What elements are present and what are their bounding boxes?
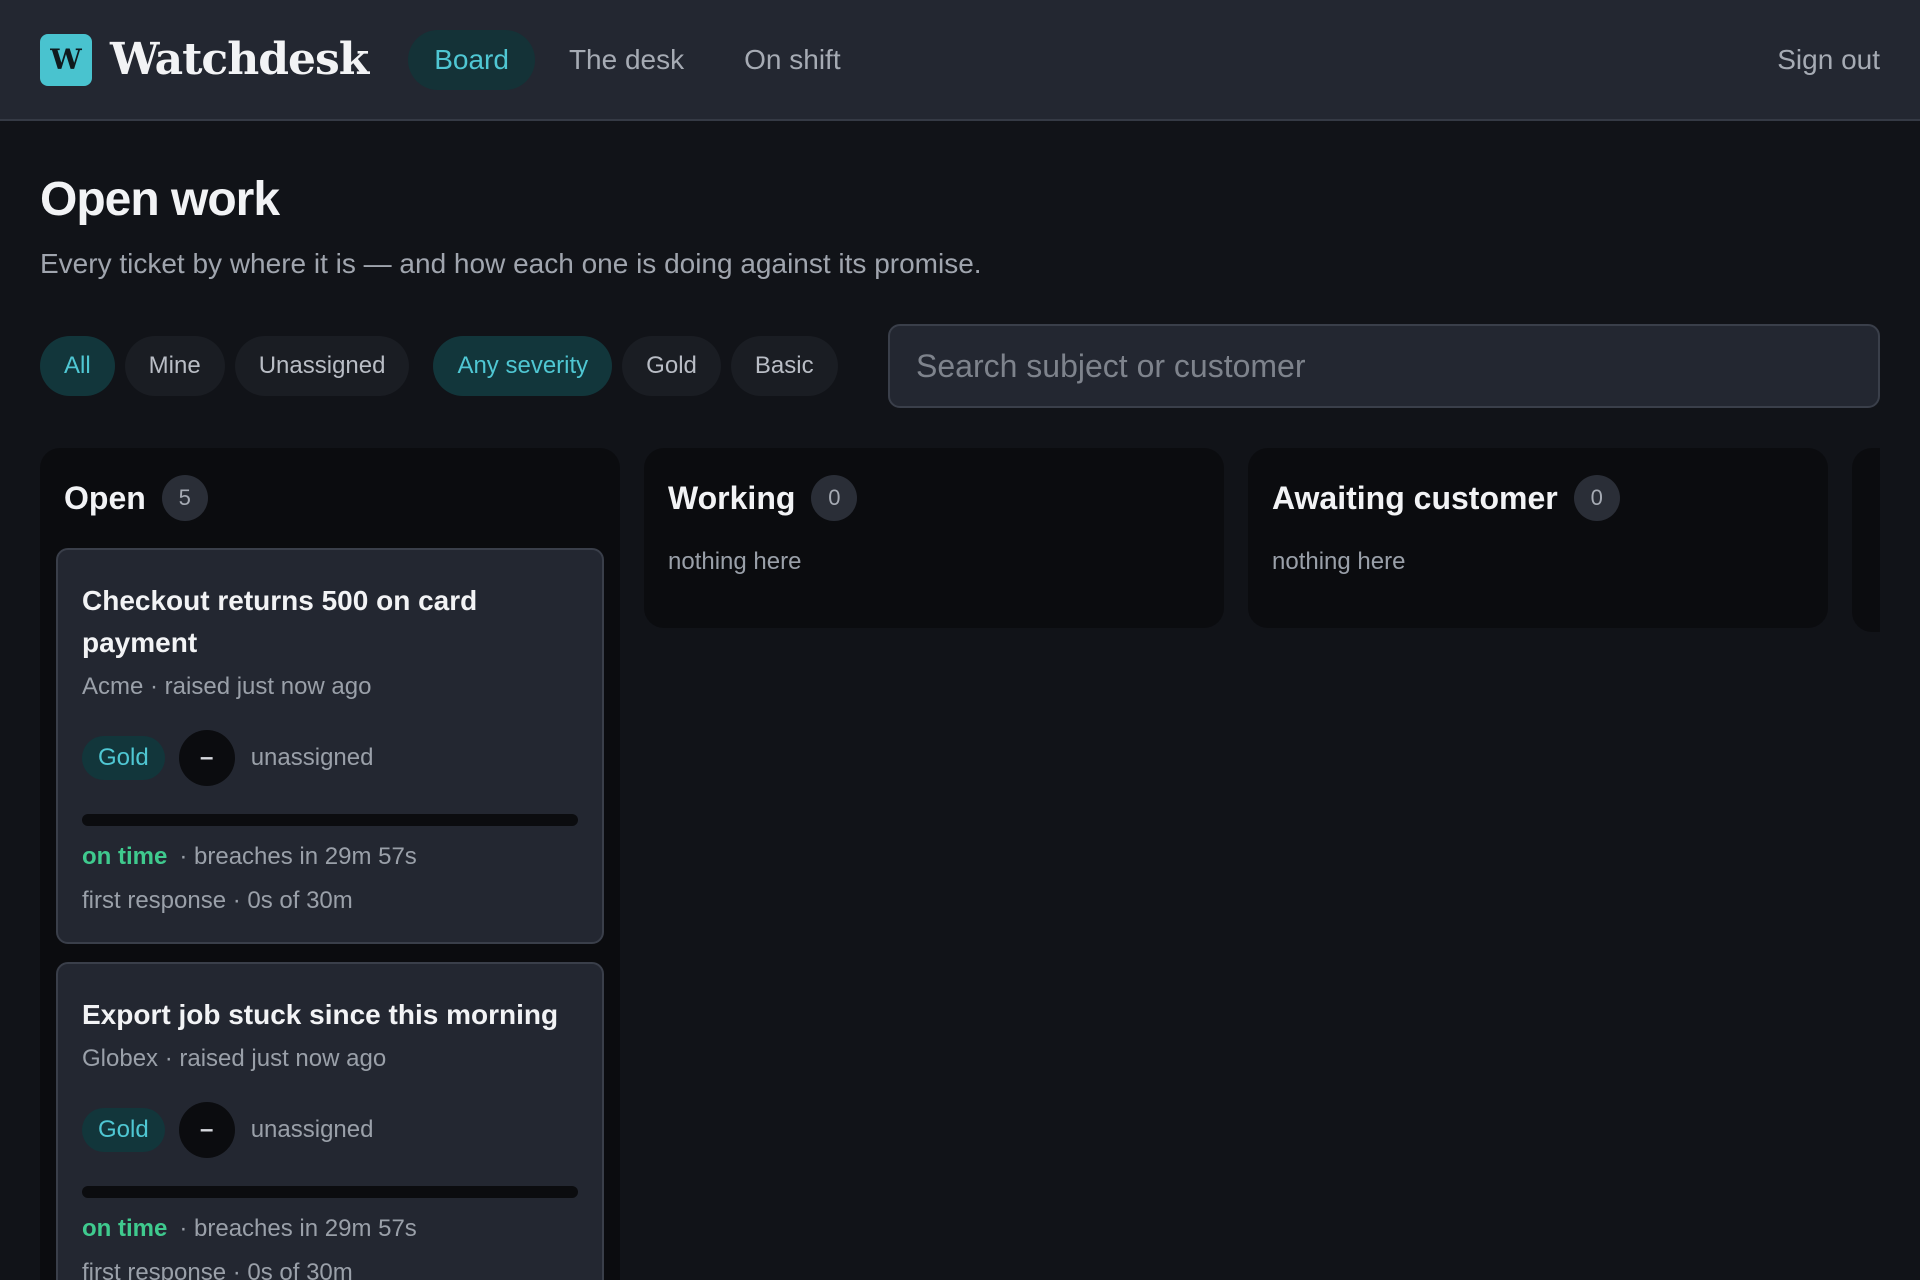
ticket-tags: Gold – unassigned [82, 1102, 578, 1158]
nav-board[interactable]: Board [408, 29, 535, 90]
column-header: Open 5 [40, 448, 620, 548]
ticket-meta: Acme · raised just now ago [82, 673, 372, 700]
page-title: Open work [40, 173, 280, 226]
sla-line: on time · breaches in 29m 57s [82, 1212, 578, 1246]
filter-basic[interactable]: Basic [730, 336, 838, 396]
avatar[interactable]: – [178, 1102, 235, 1158]
filter-mine[interactable]: Mine [124, 336, 225, 396]
sla-progress-bar [82, 1186, 578, 1198]
sla-breach-time: · breaches in 29m 57s [179, 1215, 417, 1242]
tier-badge: Gold [82, 736, 165, 780]
avatar[interactable]: – [178, 730, 235, 786]
first-response: first response · 0s of 30m [82, 887, 353, 914]
column-title: Awaiting customer [1272, 479, 1558, 516]
sla-status: on time [82, 843, 168, 870]
ticket-card[interactable]: Checkout returns 500 on card payment Acm… [56, 548, 604, 944]
sla-breach-time: · breaches in 29m 57s [179, 843, 417, 870]
sla-progress-bar [82, 814, 578, 826]
assignee-label: unassigned [250, 744, 374, 771]
filter-any-severity[interactable]: Any severity [433, 336, 613, 396]
sla-line: on time · breaches in 29m 57s [82, 840, 578, 874]
column-header: Working 0 [644, 448, 1224, 548]
sla-status: on time [82, 1215, 168, 1242]
column-awaiting-customer: Awaiting customer 0 nothing here [1248, 448, 1828, 628]
filter-bar: All Mine Unassigned Any severity Gold Ba… [40, 336, 848, 396]
logo-icon[interactable]: W [40, 33, 92, 86]
column-partial [1852, 448, 1880, 632]
column-count-badge: 5 [161, 475, 208, 521]
tier-badge: Gold [82, 1108, 165, 1152]
first-response: first response · 0s of 30m [82, 1259, 353, 1280]
filter-all[interactable]: All [40, 336, 115, 396]
kanban-board: Open 5 Checkout returns 500 on card paym… [40, 448, 1880, 1280]
column-title: Working [668, 479, 796, 516]
search-input[interactable] [888, 324, 1880, 408]
ticket-card[interactable]: Export job stuck since this morning Glob… [56, 962, 604, 1280]
assignee-label: unassigned [250, 1116, 374, 1143]
column-count-badge: 0 [811, 475, 858, 521]
column-title: Open [64, 479, 146, 516]
top-bar: W Watchdesk Board The desk On shift Sign… [0, 0, 1920, 121]
sign-out-link[interactable]: Sign out [1777, 44, 1880, 76]
column-open: Open 5 Checkout returns 500 on card paym… [40, 448, 620, 1280]
column-count-badge: 0 [1573, 475, 1620, 521]
filter-unassigned[interactable]: Unassigned [234, 336, 410, 396]
empty-state: nothing here [668, 548, 802, 575]
ticket-meta: Globex · raised just now ago [82, 1045, 387, 1072]
ticket-subject[interactable]: Export job stuck since this morning [82, 994, 578, 1036]
nav-on-shift[interactable]: On shift [718, 30, 866, 90]
page-subtitle: Every ticket by where it is — and how ea… [40, 248, 982, 279]
ticket-subject[interactable]: Checkout returns 500 on card payment [82, 580, 578, 664]
empty-state: nothing here [1272, 548, 1406, 575]
ticket-tags: Gold – unassigned [82, 730, 578, 786]
brand-name[interactable]: Watchdesk [110, 34, 369, 85]
column-working: Working 0 nothing here [644, 448, 1224, 628]
main-nav: Board The desk On shift [408, 29, 866, 90]
filter-gold[interactable]: Gold [622, 336, 721, 396]
column-header: Awaiting customer 0 [1248, 448, 1828, 548]
nav-the-desk[interactable]: The desk [543, 30, 710, 90]
